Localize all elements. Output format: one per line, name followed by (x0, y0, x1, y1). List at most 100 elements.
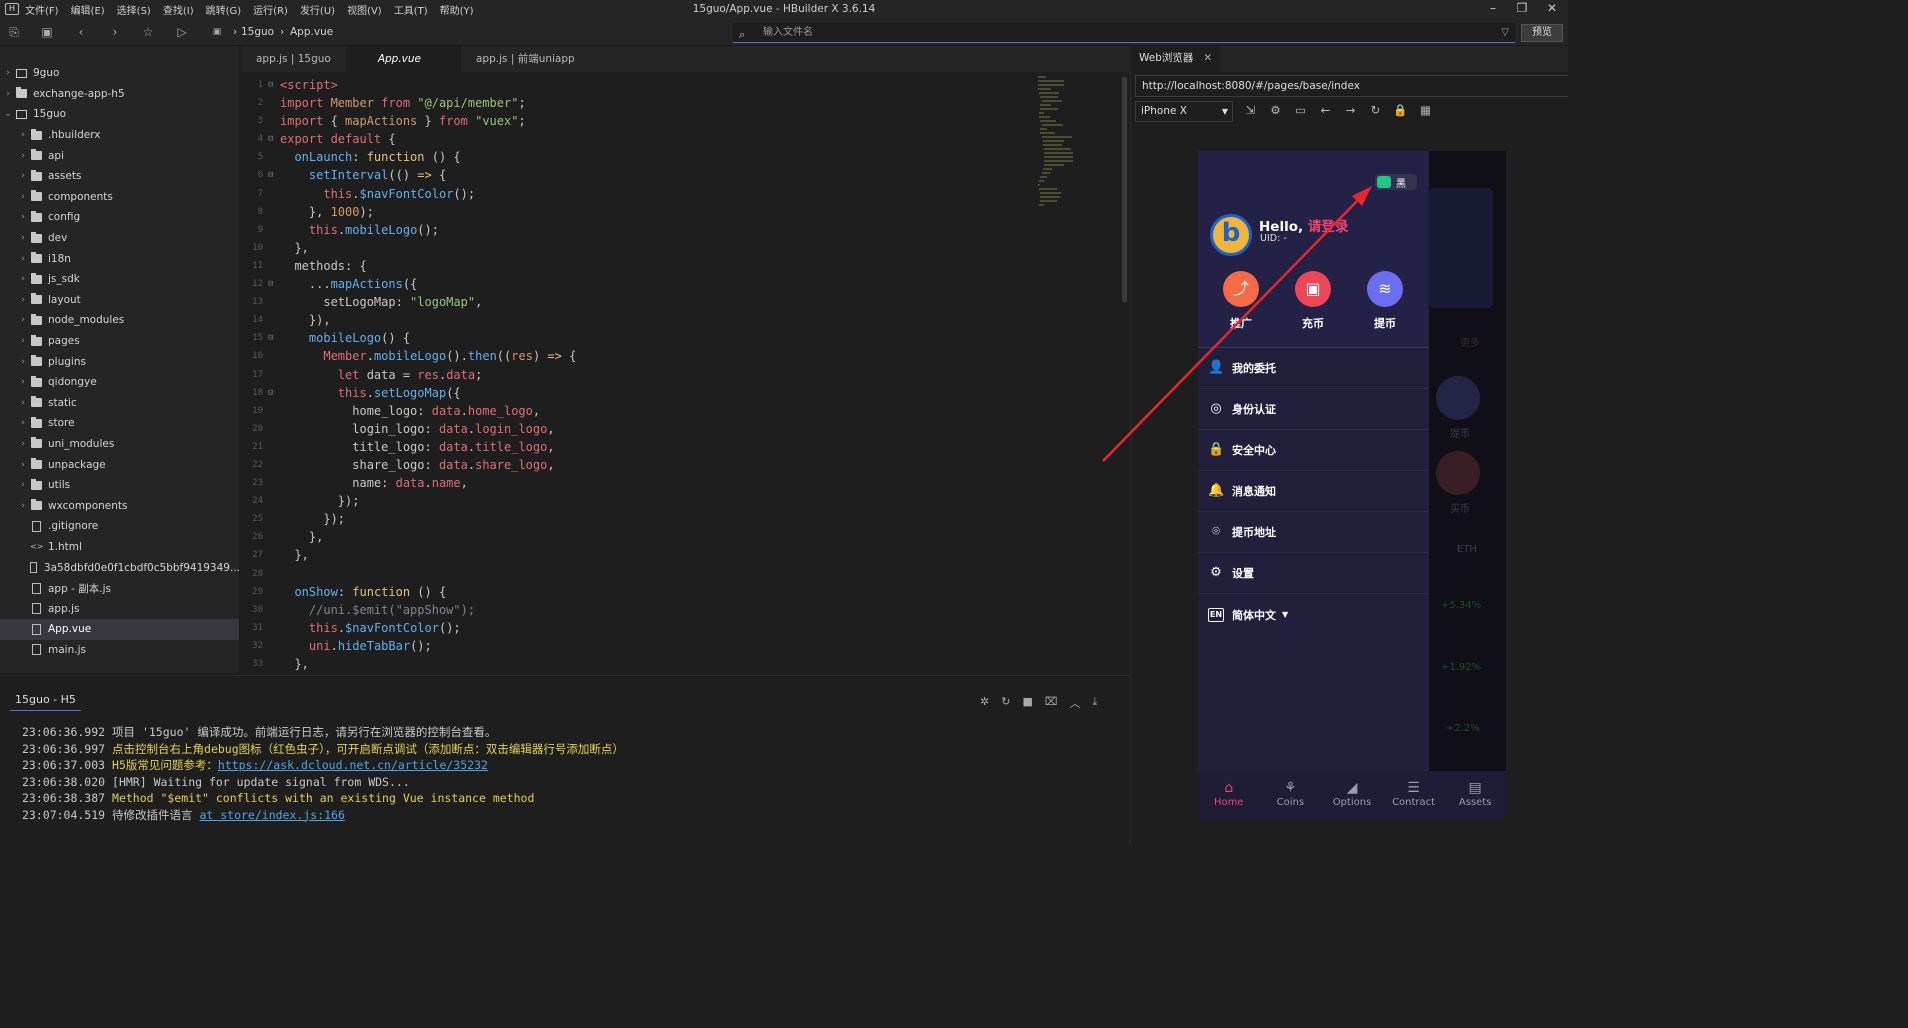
forward-icon[interactable]: › (106, 23, 124, 41)
stop-icon[interactable]: ■ (1022, 695, 1032, 711)
drawer-menu-item[interactable]: 🔒 安全中心 (1198, 430, 1429, 471)
breadcrumb-project[interactable]: 15guo (241, 26, 274, 38)
quick-action-3[interactable]: ≋ 提币 (1355, 271, 1415, 331)
menu-item[interactable]: 编辑(E) (71, 2, 105, 17)
tree-item[interactable]: › utils (0, 475, 239, 496)
login-link[interactable]: 请登录 (1308, 219, 1349, 235)
code-line[interactable]: onLaunch: function () { (280, 148, 576, 166)
line-number[interactable]: 3 (241, 112, 276, 130)
menu-item[interactable]: 视图(V) (347, 2, 382, 17)
code-line[interactable]: }); (280, 492, 576, 510)
chevron-icon[interactable]: › (18, 418, 28, 428)
preview-button[interactable]: 预览 (1521, 24, 1563, 42)
close-tab-icon[interactable]: ✕ (1203, 52, 1212, 64)
editor-scrollbar[interactable] (1122, 77, 1127, 302)
tree-item[interactable]: .gitignore (0, 516, 239, 537)
code-area[interactable]: <script> import Member from "@/api/member… (280, 76, 576, 673)
code-line[interactable]: export default { (280, 130, 576, 148)
line-number[interactable]: 20 (241, 420, 276, 438)
code-line[interactable]: methods: { (280, 257, 576, 275)
fold-icon[interactable]: ⊟ (268, 329, 273, 347)
tree-item[interactable]: app - 副本.js (0, 578, 239, 599)
bookmark-icon[interactable]: ☆ (139, 23, 157, 41)
quick-action-2[interactable]: ▣ 充币 (1283, 271, 1343, 331)
restore-icon[interactable]: ❐ (1507, 0, 1537, 18)
menu-item[interactable]: 查找(I) (163, 2, 194, 17)
url-input[interactable]: http://localhost:8080/#/pages/base/index (1135, 75, 1568, 97)
chevron-icon[interactable]: › (3, 68, 13, 78)
chevron-icon[interactable]: › (18, 357, 28, 367)
tree-item[interactable]: › static (0, 393, 239, 414)
tree-item[interactable]: › unpackage (0, 454, 239, 475)
code-line[interactable]: }, (280, 239, 576, 257)
line-number[interactable]: 30 (241, 601, 276, 619)
line-number[interactable]: 11 (241, 257, 276, 275)
tree-item[interactable]: › exchange-app-h5 (0, 84, 239, 105)
back-icon[interactable]: ‹ (72, 23, 90, 41)
code-line[interactable]: Member.mobileLogo().then((res) => { (280, 347, 576, 365)
tab-home[interactable]: ⌂ Home (1198, 771, 1260, 819)
line-number[interactable]: 32 (241, 637, 276, 655)
line-number[interactable]: 1 ⊟ (241, 76, 276, 94)
device-select[interactable]: iPhone X ▼ (1135, 101, 1233, 122)
line-number[interactable]: 4 ⊟ (241, 130, 276, 148)
code-line[interactable]: onShow: function () { (280, 583, 576, 601)
code-line[interactable]: <script> (280, 76, 576, 94)
chevron-icon[interactable]: › (18, 377, 28, 387)
collapse-icon[interactable]: ︿ (1070, 695, 1081, 711)
file-search-input[interactable]: ⌕ 输入文件名 ▽ (733, 23, 1515, 43)
code-line[interactable]: import Member from "@/api/member"; (280, 94, 576, 112)
chevron-icon[interactable]: › (18, 501, 28, 511)
tab-coins[interactable]: ⚘ Coins (1260, 771, 1322, 819)
code-editor[interactable]: 1 ⊟ 2 3 4 ⊟ 5 6 ⊟ 7 8 9 10 11 12 ⊟ 13 14 15 ⊟ 16 17 18 ⊟ 19 20 21 2… (241, 72, 1129, 675)
tree-item[interactable]: › uni_modules (0, 434, 239, 455)
drawer-menu-item[interactable]: ⚙ 设置 (1198, 553, 1429, 594)
menu-item[interactable]: 运行(R) (253, 2, 288, 17)
line-number[interactable]: 5 (241, 148, 276, 166)
breadcrumb-file[interactable]: App.vue (290, 26, 333, 38)
code-line[interactable]: import { mapActions } from "vuex"; (280, 112, 576, 130)
editor-tab[interactable]: app.js | 前端uniapp (461, 46, 590, 72)
menu-item[interactable]: 跳转(G) (206, 2, 242, 17)
tree-item[interactable]: › plugins (0, 351, 239, 372)
code-line[interactable]: }, 1000); (280, 203, 576, 221)
line-number[interactable]: 26 (241, 528, 276, 546)
drawer-menu-item[interactable]: ◎ 身份认证 (1198, 389, 1429, 430)
fold-icon[interactable]: ⊟ (268, 130, 273, 148)
back-icon[interactable]: ← (1318, 103, 1333, 117)
avatar[interactable] (1210, 214, 1252, 256)
language-selector[interactable]: EN 简体中文 ▼ (1198, 594, 1429, 635)
fold-icon[interactable]: ⊟ (268, 166, 273, 184)
line-number[interactable]: 21 (241, 438, 276, 456)
browser-tab[interactable]: Web浏览器 ✕ (1131, 46, 1221, 72)
menu-item[interactable]: 帮助(Y) (440, 2, 474, 17)
filter-icon[interactable]: ▽ (1501, 23, 1509, 43)
qrcode-icon[interactable]: ▦ (1418, 103, 1433, 117)
line-number[interactable]: 2 (241, 94, 276, 112)
line-number[interactable]: 17 (241, 366, 276, 384)
chevron-icon[interactable]: › (18, 315, 28, 325)
tab-contract[interactable]: ☰ Contract (1383, 771, 1445, 819)
screenshot-icon[interactable]: ▭ (1293, 103, 1308, 117)
minimap[interactable] (1038, 76, 1078, 206)
line-number[interactable]: 13 (241, 293, 276, 311)
fold-icon[interactable]: ⊟ (268, 76, 273, 94)
tree-item[interactable]: › i18n (0, 248, 239, 269)
drawer-menu-item[interactable]: 🔔 消息通知 (1198, 471, 1429, 512)
code-line[interactable]: uni.hideTabBar(); (280, 637, 576, 655)
forward-icon[interactable]: → (1343, 103, 1358, 117)
code-line[interactable]: }, (280, 528, 576, 546)
menu-item[interactable]: 文件(F) (25, 2, 59, 17)
code-line[interactable]: this.$navFontColor(); (280, 619, 576, 637)
line-number[interactable]: 15 ⊟ (241, 329, 276, 347)
editor-tab[interactable]: App.vue (345, 46, 461, 72)
tree-item[interactable]: app.js (0, 598, 239, 619)
tree-item[interactable]: › dev (0, 228, 239, 249)
menu-item[interactable]: 工具(T) (394, 2, 428, 17)
editor-tab[interactable]: app.js | 15guo (241, 46, 346, 72)
quick-action-1[interactable]: ⤴ 推广 (1211, 271, 1271, 331)
tree-item[interactable]: ⌄ 15guo (0, 104, 239, 125)
tree-item[interactable]: › layout (0, 290, 239, 311)
tab-assets[interactable]: ▤ Assets (1444, 771, 1506, 819)
line-number[interactable]: 14 (241, 311, 276, 329)
